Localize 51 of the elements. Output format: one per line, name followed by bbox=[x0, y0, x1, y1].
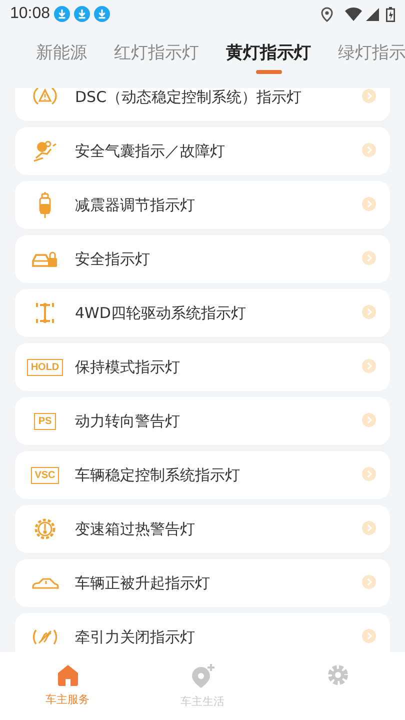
item-label: 安全气囊指示／故障灯 bbox=[75, 142, 226, 160]
battery-icon bbox=[386, 6, 395, 22]
tab-indicator bbox=[256, 70, 282, 74]
indicator-badge: VSC bbox=[30, 466, 60, 484]
list-item[interactable]: 车辆正被升起指示灯 bbox=[15, 559, 390, 607]
settings-icon bbox=[326, 664, 348, 686]
item-label: DSC（动态稳定控制系统）指示灯 bbox=[75, 88, 303, 106]
indicator-badge: HOLD bbox=[26, 358, 64, 376]
location-pin-icon bbox=[190, 664, 216, 688]
list-item[interactable]: 安全气囊指示／故障灯 bbox=[15, 127, 390, 175]
indicator-badge: PS bbox=[34, 412, 56, 430]
wifi-icon bbox=[345, 7, 362, 21]
tab[interactable]: 黄灯指示灯 bbox=[226, 28, 311, 75]
list-item[interactable]: 牵引力关闭指示灯 bbox=[15, 613, 390, 652]
chevron-right-icon bbox=[362, 358, 376, 372]
item-label: 牵引力关闭指示灯 bbox=[75, 628, 196, 646]
chevron-right-icon bbox=[362, 466, 376, 480]
nav-label: 车主服务 bbox=[46, 692, 90, 707]
item-label: 安全指示灯 bbox=[75, 250, 151, 268]
list-item[interactable]: HOLD 保持模式指示灯 bbox=[15, 343, 390, 391]
item-label: 变速箱过热警告灯 bbox=[75, 520, 196, 538]
list-item[interactable]: 变速箱过热警告灯 bbox=[15, 505, 390, 553]
download-icon bbox=[74, 6, 90, 22]
item-label: 车辆稳定控制系统指示灯 bbox=[75, 466, 241, 484]
list-item[interactable]: 4WD四轮驱动系统指示灯 bbox=[15, 289, 390, 337]
chevron-right-icon bbox=[362, 142, 376, 156]
item-label: 动力转向警告灯 bbox=[75, 412, 181, 430]
chevron-right-icon bbox=[362, 304, 376, 318]
item-label: 保持模式指示灯 bbox=[75, 358, 181, 376]
list-item[interactable]: 安全指示灯 bbox=[15, 235, 390, 283]
chevron-right-icon bbox=[362, 196, 376, 210]
chevron-right-icon bbox=[362, 88, 376, 102]
list-item[interactable]: VSC 车辆稳定控制系统指示灯 bbox=[15, 451, 390, 499]
chevron-right-icon bbox=[362, 520, 376, 534]
chevron-right-icon bbox=[362, 412, 376, 426]
airbag-icon bbox=[31, 138, 59, 164]
home-icon bbox=[56, 664, 78, 686]
list-item[interactable]: PS 动力转向警告灯 bbox=[15, 397, 390, 445]
signal-icon bbox=[366, 8, 379, 20]
item-label: 车辆正被升起指示灯 bbox=[75, 574, 211, 592]
item-label: 4WD四轮驱动系统指示灯 bbox=[75, 304, 247, 322]
status-time: 10:08 bbox=[10, 5, 50, 23]
item-label: 减震器调节指示灯 bbox=[75, 196, 196, 214]
download-icon bbox=[54, 6, 70, 22]
chevron-right-icon bbox=[362, 628, 376, 642]
chevron-right-icon bbox=[362, 250, 376, 264]
download-icon bbox=[94, 6, 110, 22]
list-item[interactable]: DSC（动态稳定控制系统）指示灯 bbox=[15, 88, 390, 121]
location-icon bbox=[321, 6, 333, 22]
list-item[interactable]: 减震器调节指示灯 bbox=[15, 181, 390, 229]
chevron-right-icon bbox=[362, 574, 376, 588]
